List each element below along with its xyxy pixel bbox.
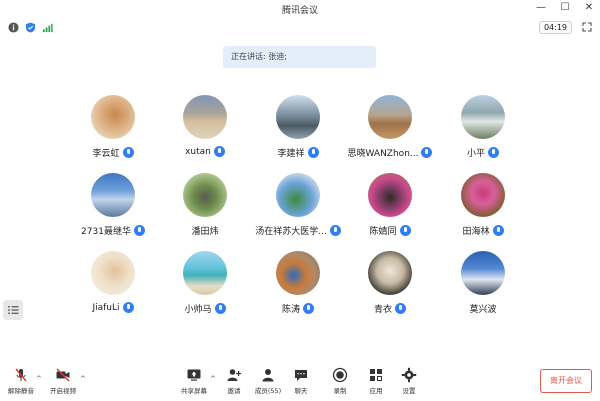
window-title: 腾讯会议 bbox=[281, 6, 318, 16]
avatar bbox=[461, 173, 505, 217]
chat-icon bbox=[295, 370, 307, 381]
fullscreen-icon[interactable] bbox=[582, 22, 592, 32]
participant-name: 李建祥 bbox=[277, 149, 305, 159]
participant-name: 李云虹 bbox=[92, 149, 120, 159]
avatar bbox=[183, 95, 227, 139]
avatar bbox=[276, 251, 320, 295]
members-button[interactable]: 成员(55) bbox=[251, 367, 285, 395]
list-icon bbox=[8, 306, 19, 314]
participant-name: 汤在祥苏大医学... bbox=[255, 227, 327, 237]
avatar bbox=[368, 95, 412, 139]
window-controls: — ☐ ✕ bbox=[536, 2, 594, 13]
avatar bbox=[461, 251, 505, 295]
microphone-icon bbox=[303, 303, 314, 314]
record-button[interactable]: 录制 bbox=[323, 367, 357, 395]
participant-tile[interactable]: 田海林 bbox=[428, 173, 538, 243]
status-bar: 04:19 bbox=[0, 19, 600, 37]
invite-button[interactable]: 邀请 bbox=[217, 367, 251, 395]
camera-off-icon bbox=[56, 368, 70, 382]
side-panel-toggle[interactable] bbox=[3, 300, 23, 320]
participant-name: JiafuLi bbox=[92, 302, 120, 313]
microphone-icon bbox=[133, 225, 145, 236]
participant-name: 潘田炜 bbox=[191, 227, 219, 237]
microphone-icon bbox=[399, 225, 411, 236]
avatar bbox=[368, 251, 412, 295]
participant-name: 小帅马 bbox=[184, 305, 212, 315]
speaking-indicator: 正在讲话: 张迪; bbox=[223, 46, 376, 68]
microphone-icon bbox=[122, 147, 134, 158]
microphone-icon bbox=[492, 225, 504, 236]
apps-label: 应用 bbox=[369, 387, 383, 395]
avatar bbox=[276, 173, 320, 217]
participant-name: 青衣 bbox=[373, 305, 392, 315]
participant-name: 陈婧同 bbox=[369, 227, 397, 237]
maximize-button[interactable]: ☐ bbox=[560, 2, 570, 13]
mute-button[interactable]: 解除静音 bbox=[4, 367, 38, 395]
avatar bbox=[368, 173, 412, 217]
settings-label: 设置 bbox=[402, 387, 416, 395]
invite-label: 邀请 bbox=[227, 387, 241, 395]
video-label: 开启视频 bbox=[50, 387, 76, 395]
microphone-icon bbox=[488, 147, 499, 158]
apps-button[interactable]: 应用 bbox=[359, 367, 393, 395]
avatar bbox=[276, 95, 320, 139]
gear-icon bbox=[401, 367, 417, 383]
screen-share-icon bbox=[187, 369, 201, 381]
minimize-button[interactable]: — bbox=[536, 2, 546, 13]
participant-tile[interactable]: 小平 bbox=[428, 95, 538, 165]
participant-name: xutan bbox=[185, 146, 211, 157]
participant-name: 莫兴波 bbox=[469, 305, 497, 315]
settings-button[interactable]: 设置 bbox=[392, 367, 426, 395]
shield-icon[interactable] bbox=[25, 22, 36, 33]
microphone-icon bbox=[214, 303, 226, 314]
members-icon bbox=[262, 369, 274, 382]
apps-grid-icon bbox=[370, 369, 382, 381]
chat-button[interactable]: 聊天 bbox=[284, 367, 318, 395]
avatar bbox=[183, 251, 227, 295]
participant-name: 2731聂继华 bbox=[81, 227, 131, 237]
participant-name: 小平 bbox=[466, 149, 485, 159]
info-icon[interactable] bbox=[8, 22, 19, 33]
participant-name: 田海林 bbox=[462, 227, 490, 237]
mute-options-chevron-icon[interactable]: ^ bbox=[36, 375, 42, 383]
avatar bbox=[461, 95, 505, 139]
share-options-chevron-icon[interactable]: ^ bbox=[210, 375, 216, 383]
avatar bbox=[183, 173, 227, 217]
participant-name: 陈涛 bbox=[281, 305, 300, 315]
chat-label: 聊天 bbox=[294, 387, 308, 395]
microphone-icon bbox=[213, 146, 225, 157]
microphone-icon bbox=[122, 302, 134, 313]
participant-name: 思晓WANZhon... bbox=[347, 149, 419, 159]
record-label: 录制 bbox=[333, 387, 347, 395]
avatar bbox=[91, 95, 135, 139]
video-options-chevron-icon[interactable]: ^ bbox=[80, 375, 86, 383]
avatar bbox=[91, 173, 135, 217]
signal-icon[interactable] bbox=[42, 22, 53, 33]
microphone-icon bbox=[307, 147, 319, 158]
meeting-timer: 04:19 bbox=[538, 21, 572, 34]
record-icon bbox=[332, 367, 348, 383]
share-screen-button[interactable]: 共享屏幕 bbox=[177, 367, 211, 395]
share-label: 共享屏幕 bbox=[181, 387, 207, 395]
mute-label: 解除静音 bbox=[8, 387, 34, 395]
microphone-icon bbox=[395, 303, 406, 314]
participant-tile[interactable]: 莫兴波 bbox=[428, 251, 538, 321]
video-button[interactable]: 开启视频 bbox=[46, 367, 80, 395]
speaking-text: 正在讲话: 张迪; bbox=[231, 52, 287, 61]
avatar bbox=[91, 251, 135, 295]
add-user-icon bbox=[227, 369, 242, 381]
title-bar: 腾讯会议 — ☐ ✕ bbox=[0, 0, 600, 18]
microphone-muted-icon bbox=[15, 368, 27, 382]
leave-meeting-button[interactable]: 离开会议 bbox=[540, 369, 592, 393]
members-label: 成员(55) bbox=[254, 387, 282, 395]
close-button[interactable]: ✕ bbox=[584, 2, 594, 13]
meeting-toolbar: 解除静音 ^ 开启视频 ^ 共享屏幕 ^ 邀请 成员(55) 聊天 录制 应用 … bbox=[0, 363, 600, 401]
